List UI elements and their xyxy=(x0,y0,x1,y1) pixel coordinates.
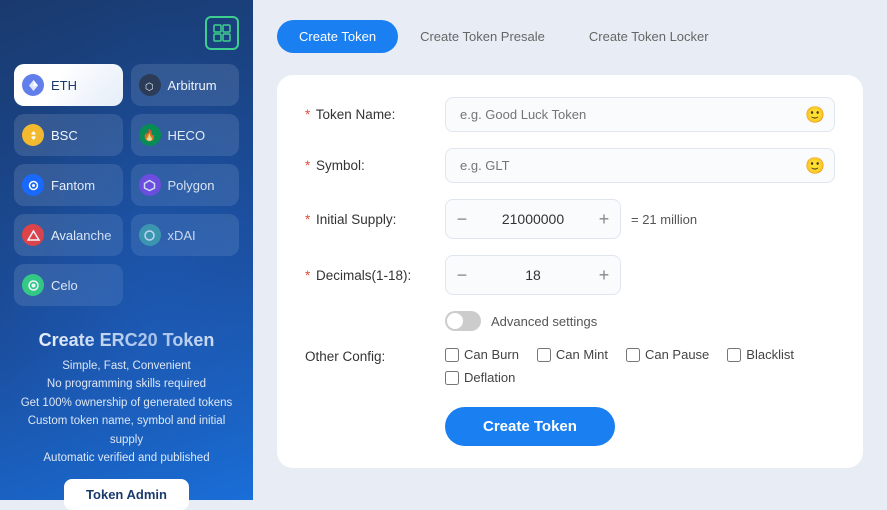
can-mint-checkbox[interactable] xyxy=(537,348,551,362)
sidebar-title: Create ERC20 Token xyxy=(14,330,239,351)
sidebar-item-celo[interactable]: Celo xyxy=(14,264,123,306)
sidebar-item-bsc[interactable]: BSC xyxy=(14,114,123,156)
celo-icon xyxy=(22,274,44,296)
sidebar-item-eth[interactable]: ETH xyxy=(14,64,123,106)
advanced-settings-row: Advanced settings xyxy=(445,311,835,331)
decimals-row: * Decimals(1-18): − + xyxy=(305,255,835,295)
sidebar-item-arbitrum[interactable]: ⬡ Arbitrum xyxy=(131,64,240,106)
symbol-emoji-icon[interactable]: 🙂 xyxy=(805,156,825,176)
create-btn-wrap: Create Token xyxy=(305,407,835,446)
sidebar-item-label-avalanche: Avalanche xyxy=(51,228,111,243)
tab-create-token[interactable]: Create Token xyxy=(277,20,398,53)
decimals-input[interactable] xyxy=(478,259,588,291)
other-config-label: Other Config: xyxy=(305,347,445,364)
token-name-input-wrap: 🙂 xyxy=(445,97,835,132)
config-checkboxes-row2: Deflation xyxy=(445,370,794,385)
tab-bar: Create Token Create Token Presale Create… xyxy=(277,20,863,53)
heco-icon: 🔥 xyxy=(139,124,161,146)
token-admin-button[interactable]: Token Admin xyxy=(64,479,189,510)
initial-supply-row: * Initial Supply: − + = 21 million xyxy=(305,199,835,239)
token-name-emoji-icon[interactable]: 🙂 xyxy=(805,105,825,125)
sidebar-item-avalanche[interactable]: Avalanche xyxy=(14,214,123,256)
supply-input[interactable] xyxy=(478,203,588,235)
sidebar-item-label-arbitrum: Arbitrum xyxy=(168,78,217,93)
deflation-item[interactable]: Deflation xyxy=(445,370,515,385)
network-grid: ETH ⬡ Arbitrum BSC 🔥 HECO Fantom xyxy=(14,64,239,306)
logo-icon xyxy=(205,16,239,50)
config-options: Can Burn Can Mint Can Pause Blacklist xyxy=(445,347,794,385)
can-mint-label: Can Mint xyxy=(556,347,608,362)
blacklist-label: Blacklist xyxy=(746,347,794,362)
sidebar-item-label-bsc: BSC xyxy=(51,128,78,143)
sidebar-desc-text: Simple, Fast, Convenient No programming … xyxy=(14,357,239,467)
tab-create-presale[interactable]: Create Token Presale xyxy=(398,20,567,53)
form-panel: * Token Name: 🙂 * Symbol: 🙂 * Initia xyxy=(277,75,863,468)
config-checkboxes-row1: Can Burn Can Mint Can Pause Blacklist xyxy=(445,347,794,362)
can-burn-item[interactable]: Can Burn xyxy=(445,347,519,362)
sidebar-description: Create ERC20 Token Simple, Fast, Conveni… xyxy=(14,330,239,467)
sidebar-logo xyxy=(14,16,239,50)
sidebar-item-label-eth: ETH xyxy=(51,78,77,93)
supply-equal-text: = 21 million xyxy=(631,212,697,227)
sidebar-item-label-fantom: Fantom xyxy=(51,178,95,193)
token-name-label: * Token Name: xyxy=(305,107,445,122)
sidebar-item-xdai[interactable]: xDAI xyxy=(131,214,240,256)
can-burn-checkbox[interactable] xyxy=(445,348,459,362)
can-pause-checkbox[interactable] xyxy=(626,348,640,362)
symbol-input-wrap: 🙂 xyxy=(445,148,835,183)
create-token-button[interactable]: Create Token xyxy=(445,407,615,446)
initial-supply-label: * Initial Supply: xyxy=(305,212,445,227)
avalanche-icon xyxy=(22,224,44,246)
supply-increment-button[interactable]: + xyxy=(588,200,620,238)
symbol-input[interactable] xyxy=(445,148,835,183)
sidebar-item-label-celo: Celo xyxy=(51,278,78,293)
token-name-row: * Token Name: 🙂 xyxy=(305,97,835,132)
symbol-label: * Symbol: xyxy=(305,158,445,173)
can-pause-label: Can Pause xyxy=(645,347,709,362)
sidebar-item-polygon[interactable]: Polygon xyxy=(131,164,240,206)
blacklist-item[interactable]: Blacklist xyxy=(727,347,794,362)
deflation-checkbox[interactable] xyxy=(445,371,459,385)
bsc-icon xyxy=(22,124,44,146)
advanced-settings-label: Advanced settings xyxy=(491,314,597,329)
arbitrum-icon: ⬡ xyxy=(139,74,161,96)
fantom-icon xyxy=(22,174,44,196)
sidebar-item-label-heco: HECO xyxy=(168,128,206,143)
deflation-label: Deflation xyxy=(464,370,515,385)
sidebar-item-fantom[interactable]: Fantom xyxy=(14,164,123,206)
advanced-settings-toggle[interactable] xyxy=(445,311,481,331)
decimals-number-control: − + xyxy=(445,255,621,295)
svg-text:⬡: ⬡ xyxy=(145,82,154,92)
symbol-row: * Symbol: 🙂 xyxy=(305,148,835,183)
decimals-increment-button[interactable]: + xyxy=(588,256,620,294)
other-config-row: Other Config: Can Burn Can Mint Can Paus… xyxy=(305,347,835,385)
can-mint-item[interactable]: Can Mint xyxy=(537,347,608,362)
sidebar-item-label-polygon: Polygon xyxy=(168,178,215,193)
supply-controls: − + = 21 million xyxy=(445,199,697,239)
main-content: Create Token Create Token Presale Create… xyxy=(253,0,887,500)
can-pause-item[interactable]: Can Pause xyxy=(626,347,709,362)
decimals-label: * Decimals(1-18): xyxy=(305,268,445,283)
can-burn-label: Can Burn xyxy=(464,347,519,362)
polygon-icon xyxy=(139,174,161,196)
supply-decrement-button[interactable]: − xyxy=(446,200,478,238)
eth-icon xyxy=(22,74,44,96)
supply-number-control: − + xyxy=(445,199,621,239)
sidebar-item-heco[interactable]: 🔥 HECO xyxy=(131,114,240,156)
sidebar: ETH ⬡ Arbitrum BSC 🔥 HECO Fantom xyxy=(0,0,253,500)
tab-create-locker[interactable]: Create Token Locker xyxy=(567,20,731,53)
xdai-icon xyxy=(139,224,161,246)
token-name-input[interactable] xyxy=(445,97,835,132)
sidebar-item-label-xdai: xDAI xyxy=(168,228,196,243)
blacklist-checkbox[interactable] xyxy=(727,348,741,362)
decimals-decrement-button[interactable]: − xyxy=(446,256,478,294)
